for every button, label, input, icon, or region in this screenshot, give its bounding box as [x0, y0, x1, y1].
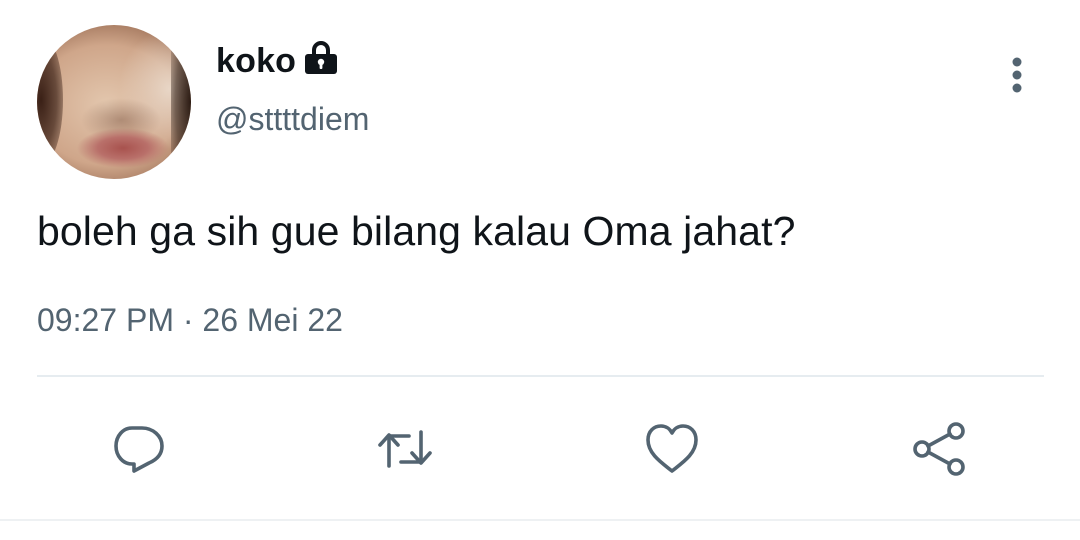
reply-button[interactable] — [108, 418, 170, 480]
tweet-date: 26 Mei 22 — [202, 302, 343, 338]
like-button[interactable] — [641, 418, 703, 480]
like-icon — [646, 424, 698, 473]
user-handle[interactable]: @sttttdiem — [216, 101, 369, 138]
tweet-card: koko @sttttdiem boleh ga sih gue bilang … — [0, 0, 1080, 540]
avatar-shadow-left — [37, 35, 63, 165]
tweet-time: 09:27 PM — [37, 302, 174, 338]
lock-icon — [305, 41, 337, 74]
tweet-text: boleh ga sih gue bilang kalau Oma jahat? — [37, 208, 796, 254]
more-vertical-icon[interactable] — [1002, 54, 1032, 96]
meta-separator: · — [182, 302, 194, 338]
reply-icon — [114, 426, 164, 473]
share-button[interactable] — [908, 418, 970, 480]
tweet-timestamp[interactable]: 09:27 PM · 26 Mei 22 — [37, 302, 343, 339]
retweet-button[interactable] — [374, 418, 436, 480]
avatar[interactable] — [37, 25, 191, 179]
share-icon — [913, 422, 965, 476]
retweet-icon — [378, 430, 432, 468]
divider-bottom — [0, 519, 1080, 521]
display-name[interactable]: koko — [216, 42, 296, 81]
avatar-shadow-right — [171, 25, 191, 179]
divider — [37, 375, 1044, 377]
